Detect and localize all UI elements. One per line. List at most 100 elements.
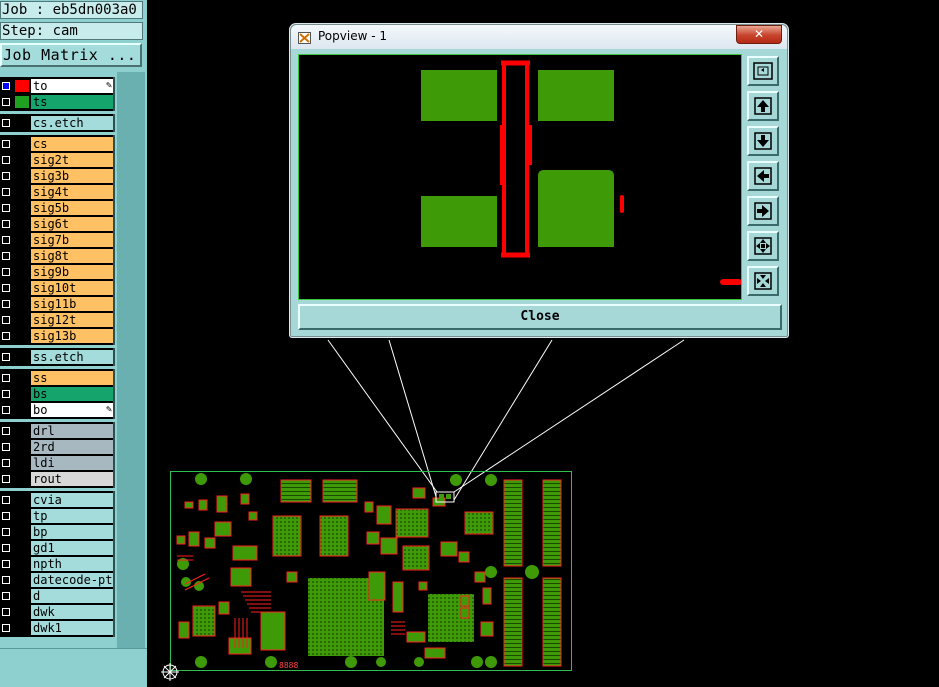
layer-name[interactable]: tp (31, 509, 113, 523)
layer-checkbox[interactable] (2, 560, 10, 568)
layer-name[interactable]: sig12t (31, 313, 113, 327)
layer-row[interactable]: sig10t (0, 280, 113, 296)
layer-row[interactable]: gd1 (0, 540, 113, 556)
layer-name[interactable]: sig7b (31, 233, 113, 247)
layer-checkbox[interactable] (2, 406, 10, 414)
job-matrix-button[interactable]: Job Matrix ... (0, 43, 142, 67)
popview-close-button[interactable]: Close (298, 304, 782, 330)
layer-name[interactable]: ts (31, 95, 113, 109)
layer-name[interactable]: sig2t (31, 153, 113, 167)
layer-name[interactable]: cs (31, 137, 113, 151)
layer-name[interactable]: sig4t (31, 185, 113, 199)
popview-canvas[interactable] (298, 54, 742, 300)
layer-row[interactable]: bo ✎ (0, 402, 113, 418)
layer-color-swatch[interactable] (15, 80, 29, 92)
layer-checkbox[interactable] (2, 544, 10, 552)
zoom-in-button[interactable] (747, 231, 779, 261)
layer-name[interactable]: sig10t (31, 281, 113, 295)
layer-checkbox[interactable] (2, 443, 10, 451)
layer-name[interactable]: cvia (31, 493, 113, 507)
layer-row[interactable]: cs.etch (0, 115, 113, 131)
layer-checkbox[interactable] (2, 316, 10, 324)
layer-checkbox[interactable] (2, 353, 10, 361)
layer-checkbox[interactable] (2, 592, 10, 600)
layer-row[interactable]: sig4t (0, 184, 113, 200)
layer-checkbox[interactable] (2, 374, 10, 382)
layer-checkbox[interactable] (2, 475, 10, 483)
layer-checkbox[interactable] (2, 82, 10, 90)
layer-checkbox[interactable] (2, 512, 10, 520)
layer-row[interactable]: ts (0, 94, 113, 110)
layer-name[interactable]: sig3b (31, 169, 113, 183)
layer-row[interactable]: ss.etch (0, 349, 113, 365)
layer-checkbox[interactable] (2, 332, 10, 340)
layer-name[interactable]: d (31, 589, 113, 603)
layer-row[interactable]: sig8t (0, 248, 113, 264)
layer-checkbox[interactable] (2, 576, 10, 584)
layer-name[interactable]: dwk (31, 605, 113, 619)
layer-row[interactable]: datecode-pte (0, 572, 113, 588)
layer-name[interactable]: gd1 (31, 541, 113, 555)
layer-name[interactable]: bp (31, 525, 113, 539)
layer-checkbox[interactable] (2, 98, 10, 106)
window-close-button[interactable]: ✕ (736, 25, 782, 44)
layer-name[interactable]: sig11b (31, 297, 113, 311)
layer-color-swatch[interactable] (15, 96, 29, 108)
layer-list-scrollbar[interactable] (117, 72, 145, 650)
layer-name[interactable]: ldi (31, 456, 113, 470)
layer-checkbox[interactable] (2, 236, 10, 244)
layer-checkbox[interactable] (2, 140, 10, 148)
layer-name[interactable]: 2rd (31, 440, 113, 454)
layer-name[interactable]: sig8t (31, 249, 113, 263)
layer-row[interactable]: ldi (0, 455, 113, 471)
layer-row[interactable]: 2rd (0, 439, 113, 455)
layer-name[interactable]: cs.etch (31, 116, 113, 130)
layer-checkbox[interactable] (2, 220, 10, 228)
layer-row[interactable]: sig3b (0, 168, 113, 184)
layer-name[interactable]: sig5b (31, 201, 113, 215)
layer-row[interactable]: sig13b (0, 328, 113, 344)
layer-checkbox[interactable] (2, 156, 10, 164)
layer-checkbox[interactable] (2, 252, 10, 260)
layer-name[interactable]: rout (31, 472, 113, 486)
layer-checkbox[interactable] (2, 188, 10, 196)
layer-row[interactable]: rout (0, 471, 113, 487)
zoom-out-button[interactable] (747, 266, 779, 296)
layer-row[interactable]: dwk1 (0, 620, 113, 636)
layer-row[interactable]: sig12t (0, 312, 113, 328)
layer-name[interactable]: to ✎ (31, 79, 113, 93)
layer-checkbox[interactable] (2, 204, 10, 212)
layer-checkbox[interactable] (2, 624, 10, 632)
layer-checkbox[interactable] (2, 119, 10, 127)
layer-row[interactable]: dwk (0, 604, 113, 620)
layer-checkbox[interactable] (2, 427, 10, 435)
layer-name[interactable]: sig9b (31, 265, 113, 279)
layer-row[interactable]: sig11b (0, 296, 113, 312)
layer-name[interactable]: bs (31, 387, 113, 401)
layer-checkbox[interactable] (2, 172, 10, 180)
layer-checkbox[interactable] (2, 300, 10, 308)
pan-down-button[interactable] (747, 126, 779, 156)
layer-checkbox[interactable] (2, 268, 10, 276)
layer-row[interactable]: d (0, 588, 113, 604)
layer-row[interactable]: sig9b (0, 264, 113, 280)
layer-checkbox[interactable] (2, 390, 10, 398)
layer-name[interactable]: ss.etch (31, 350, 113, 364)
pan-left-button[interactable] (747, 161, 779, 191)
pcb-board-view[interactable]: 8888 (170, 471, 572, 671)
layer-row[interactable]: bp (0, 524, 113, 540)
layer-name[interactable]: datecode-pte (31, 573, 113, 587)
layer-name[interactable]: bo ✎ (31, 403, 113, 417)
layer-name[interactable]: drl (31, 424, 113, 438)
zoom-home-button[interactable] (747, 56, 779, 86)
layer-checkbox[interactable] (2, 608, 10, 616)
layer-checkbox[interactable] (2, 528, 10, 536)
pan-up-button[interactable] (747, 91, 779, 121)
layer-row[interactable]: sig5b (0, 200, 113, 216)
popview-titlebar[interactable]: Popview - 1 ✕ (291, 25, 787, 49)
layer-name[interactable]: npth (31, 557, 113, 571)
layer-row[interactable]: cs (0, 136, 113, 152)
layer-name[interactable]: dwk1 (31, 621, 113, 635)
layer-row[interactable]: tp (0, 508, 113, 524)
layer-checkbox[interactable] (2, 284, 10, 292)
